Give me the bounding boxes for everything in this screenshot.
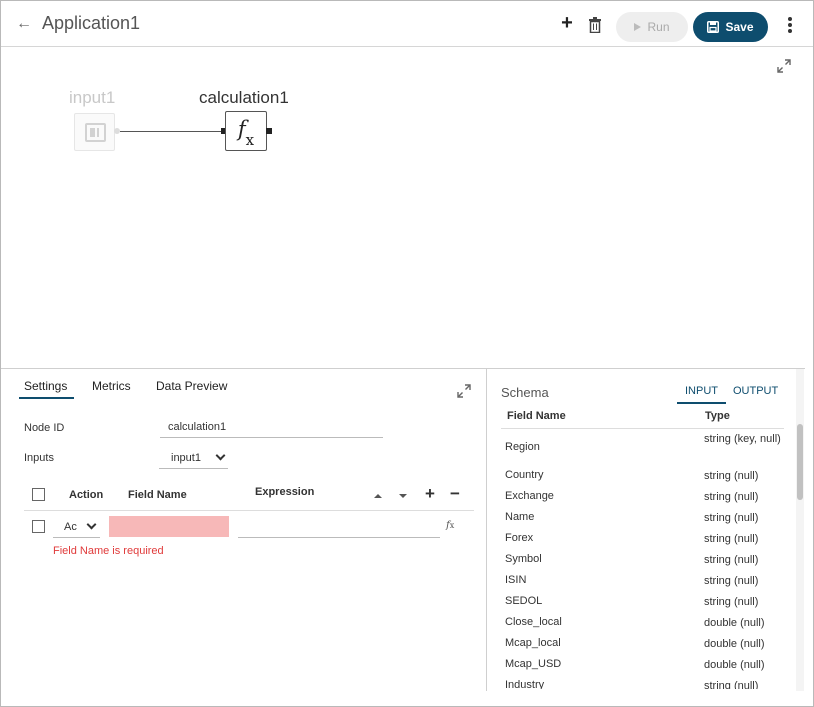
schema-field-type: string (key, null)	[704, 433, 781, 445]
fx-icon[interactable]: fx	[446, 520, 454, 531]
move-down-icon[interactable]	[399, 494, 407, 498]
column-header-expression: Expression	[255, 486, 315, 498]
schema-scrollbar-thumb[interactable]	[797, 424, 803, 500]
schema-row: Exchange string (null)	[501, 486, 791, 507]
page-title: Application1	[42, 13, 141, 33]
panel-vertical-divider	[486, 369, 487, 691]
schema-column-field-name: Field Name	[507, 410, 566, 422]
panel-divider[interactable]	[1, 368, 805, 369]
expression-input[interactable]	[238, 516, 440, 538]
input-node[interactable]	[74, 113, 115, 151]
node-label-calculation1: calculation1	[199, 88, 289, 107]
schema-field-type: double (null)	[704, 617, 765, 629]
schema-row: Forex string (null)	[501, 528, 791, 549]
app-header: ← Application1 + Run Save	[1, 1, 813, 47]
tab-active-indicator	[19, 397, 74, 399]
tab-metrics[interactable]: Metrics	[92, 379, 131, 393]
node-id-label: Node ID	[24, 422, 65, 434]
add-row-icon[interactable]: +	[423, 485, 437, 503]
schema-field-type: double (null)	[704, 659, 765, 671]
chevron-down-icon	[215, 450, 226, 461]
schema-field-name: Symbol	[505, 553, 542, 565]
run-button[interactable]: Run	[616, 12, 688, 42]
schema-row: Mcap_local double (null)	[501, 633, 791, 654]
schema-column-type: Type	[705, 410, 730, 422]
more-options-icon[interactable]	[785, 15, 795, 35]
schema-field-type: string (null)	[704, 491, 759, 503]
schema-field-name: ISIN	[505, 574, 527, 586]
action-select[interactable]: Ac	[53, 516, 100, 538]
schema-field-type: string (null)	[704, 575, 759, 587]
fx-icon: fx	[237, 116, 255, 150]
schema-field-name: Mcap_local	[505, 637, 561, 649]
inputs-label: Inputs	[24, 452, 54, 464]
schema-field-name: Exchange	[505, 490, 554, 502]
workflow-canvas[interactable]	[1, 48, 813, 368]
row-checkbox[interactable]	[32, 520, 45, 533]
field-name-input[interactable]	[109, 516, 229, 537]
schema-field-name: Region	[505, 441, 540, 453]
tab-data-preview[interactable]: Data Preview	[156, 379, 227, 393]
schema-table: Region string (key, null) Country string…	[501, 429, 791, 689]
schema-row: SEDOL string (null)	[501, 591, 791, 612]
schema-field-type: string (null)	[704, 512, 759, 524]
schema-field-name: Country	[505, 469, 544, 481]
schema-field-name: SEDOL	[505, 595, 543, 607]
schema-field-type: string (null)	[704, 596, 759, 608]
select-all-checkbox[interactable]	[32, 488, 45, 501]
inputs-select-value: input1	[171, 452, 201, 464]
schema-field-name: Name	[505, 511, 535, 523]
add-icon[interactable]: +	[557, 13, 577, 34]
schema-row: Mcap_USD double (null)	[501, 654, 791, 675]
schema-field-name: Mcap_USD	[505, 658, 562, 670]
tab-schema-output[interactable]: OUTPUT	[733, 385, 778, 397]
table-header-divider	[24, 510, 474, 511]
schema-field-name: Industry	[505, 679, 545, 689]
schema-row: Region string (key, null)	[501, 429, 791, 465]
action-select-value: Ac	[64, 521, 77, 533]
tab-schema-input[interactable]: INPUT	[685, 385, 718, 397]
schema-field-name: Close_local	[505, 616, 562, 628]
save-button-label: Save	[725, 20, 754, 34]
schema-row: Close_local double (null)	[501, 612, 791, 633]
trash-icon[interactable]	[588, 17, 602, 33]
node-connection	[120, 131, 222, 132]
field-name-error: Field Name is required	[53, 545, 164, 557]
tab-settings[interactable]: Settings	[24, 379, 67, 393]
node-label-input1: input1	[69, 88, 116, 107]
schema-row: Country string (null)	[501, 465, 791, 486]
schema-field-type: double (null)	[704, 638, 765, 650]
expand-icon[interactable]	[777, 59, 791, 73]
schema-field-type: string (null)	[704, 680, 759, 689]
save-button[interactable]: Save	[693, 12, 768, 42]
schema-tab-active-indicator	[677, 402, 726, 404]
back-arrow-icon[interactable]: ←	[15, 15, 33, 33]
schema-field-name: Forex	[505, 532, 534, 544]
column-header-field-name: Field Name	[128, 489, 187, 501]
run-button-label: Run	[647, 20, 670, 34]
move-up-icon[interactable]	[374, 494, 382, 498]
schema-field-type: string (null)	[704, 470, 759, 482]
schema-row: Name string (null)	[501, 507, 791, 528]
schema-field-type: string (null)	[704, 554, 759, 566]
remove-row-icon[interactable]: −	[448, 485, 462, 503]
schema-row: Industry string (null)	[501, 675, 791, 689]
input-node-icon	[85, 123, 106, 142]
schema-scroll-track[interactable]	[796, 369, 804, 691]
node-id-input[interactable]: calculation1	[160, 416, 383, 438]
expand-panel-icon[interactable]	[457, 384, 471, 398]
calculation-node-output-port[interactable]	[266, 128, 272, 134]
schema-title: Schema	[501, 385, 549, 400]
column-header-action: Action	[69, 489, 104, 501]
save-icon	[707, 21, 720, 33]
schema-field-type: string (null)	[704, 533, 759, 545]
schema-row: ISIN string (null)	[501, 570, 791, 591]
schema-row: Symbol string (null)	[501, 549, 791, 570]
calculation-node[interactable]: fx	[225, 111, 267, 151]
chevron-down-icon	[86, 519, 97, 530]
inputs-select[interactable]: input1	[159, 447, 228, 469]
play-icon	[634, 23, 642, 31]
